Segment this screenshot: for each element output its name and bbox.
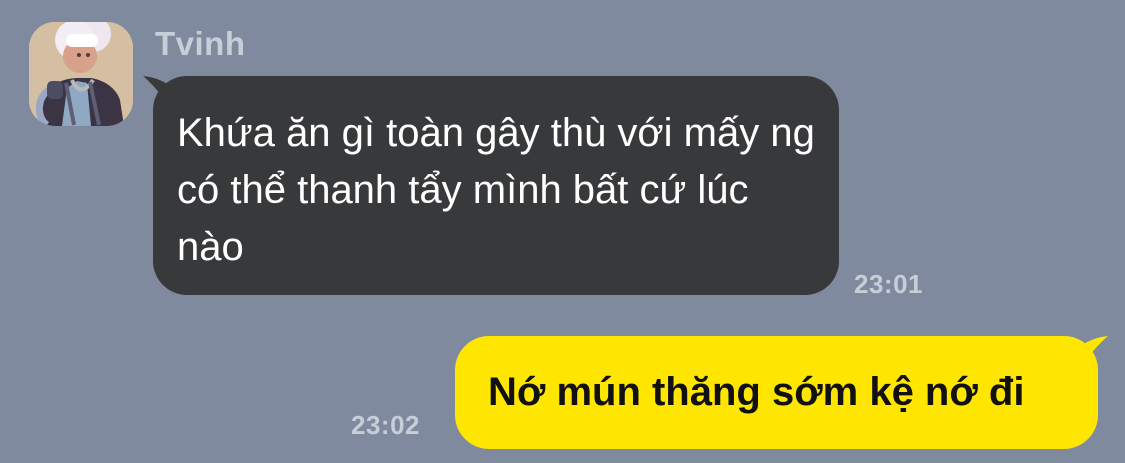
outgoing-bubble[interactable]: Nớ mún thăng sớm kệ nớ đi xyxy=(455,336,1098,449)
chat-conversation: Tvinh Khứa ăn gì toàn gây thù với mấy ng… xyxy=(0,0,1125,463)
incoming-message-time: 23:01 xyxy=(854,269,923,299)
incoming-bubble[interactable]: Khứa ăn gì toàn gây thù với mấy ng có th… xyxy=(153,76,839,295)
outgoing-message-time: 23:02 xyxy=(351,410,420,440)
sender-name: Tvinh xyxy=(155,25,246,62)
outgoing-message[interactable]: Nớ mún thăng sớm kệ nớ đi xyxy=(455,336,1109,450)
outgoing-message-text: Nớ mún thăng sớm kệ nớ đi xyxy=(488,370,1025,414)
sender-avatar[interactable] xyxy=(29,22,133,126)
incoming-message-text: Khứa ăn gì toàn gây thù với mấy ng có th… xyxy=(177,111,815,269)
person-portrait-icon xyxy=(29,22,133,126)
incoming-message[interactable]: Khứa ăn gì toàn gây thù với mấy ng có th… xyxy=(142,76,842,298)
